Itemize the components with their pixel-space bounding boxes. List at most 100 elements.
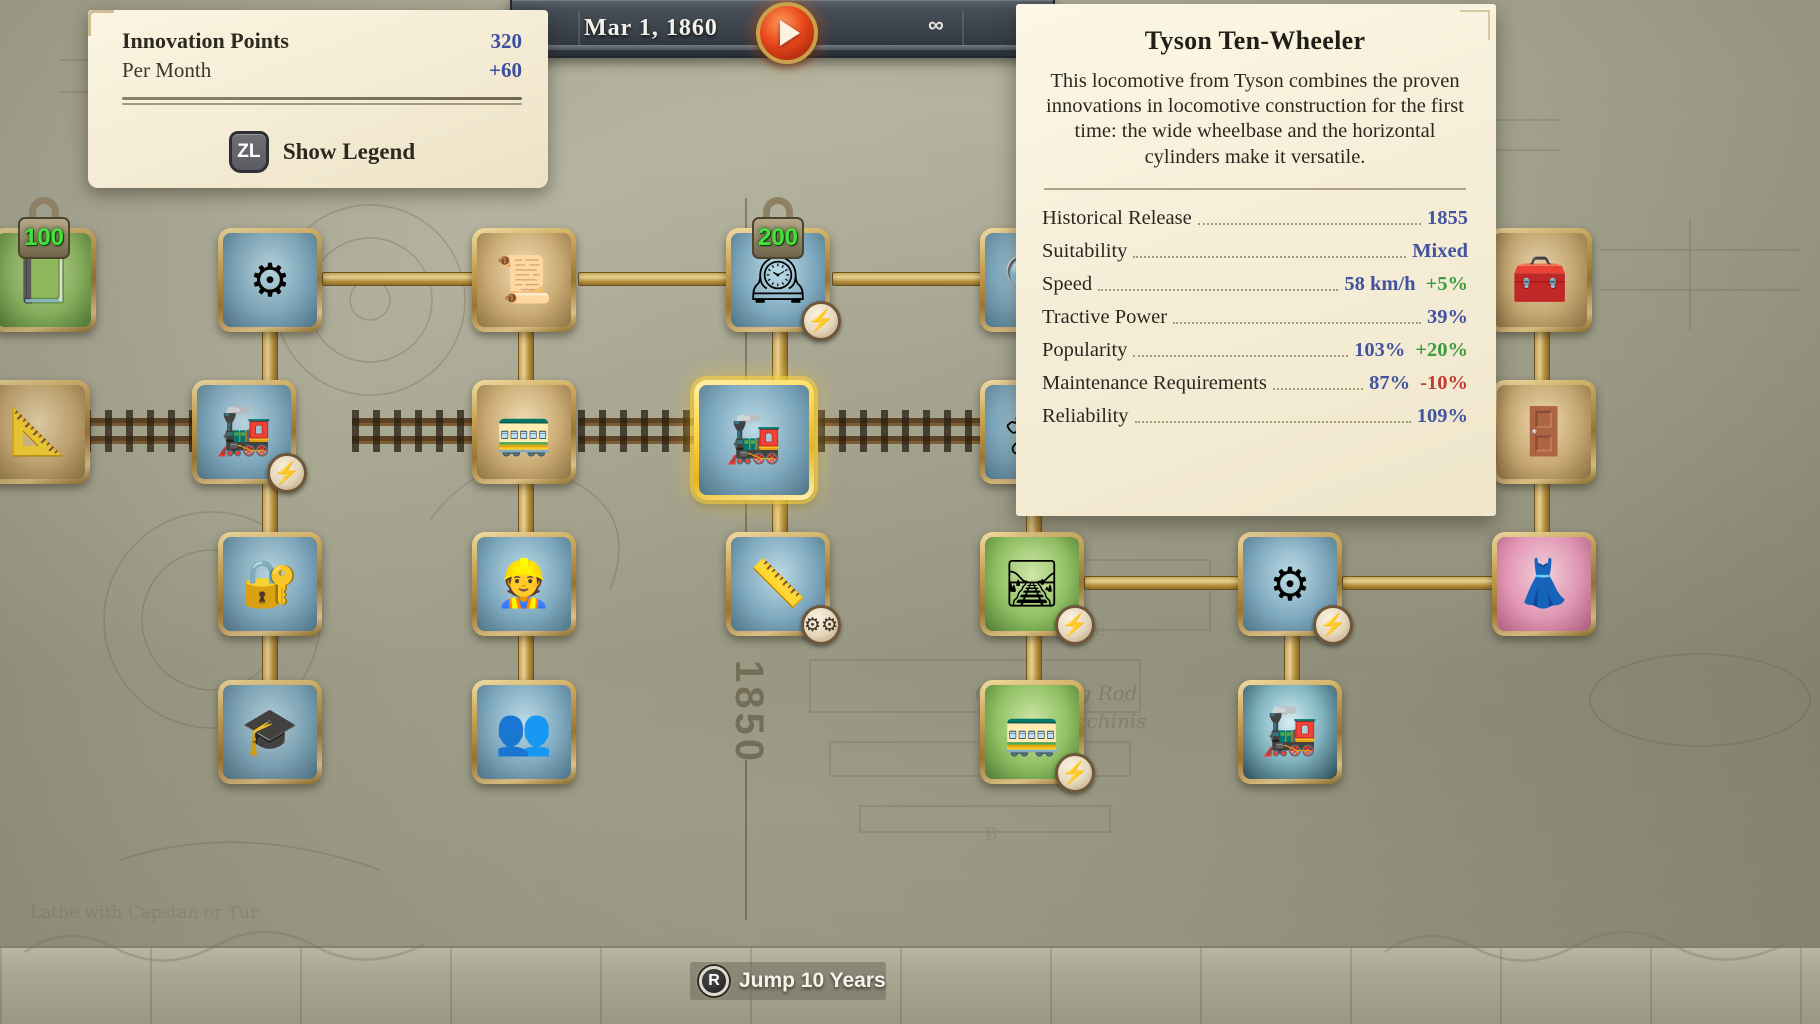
tech-node-workers-three[interactable]: 👷 [472, 532, 576, 636]
play-pause-button[interactable] [756, 2, 818, 64]
date-control-bar[interactable]: Mar 1, 1860 ∞ [510, 0, 1055, 64]
stat-row: Suitability Mixed [1040, 235, 1470, 268]
tech-node-pressure-gauge[interactable]: 🕰 200 ⚡ [726, 197, 841, 341]
boiler-cylinder-icon: ⚙ [223, 233, 317, 327]
express-locomotive-icon: 🚂 [1243, 685, 1337, 779]
tech-node-tender-car[interactable]: 🚃 [472, 380, 576, 484]
innovation-points-row: Innovation Points 320 [122, 28, 522, 54]
stat-row: Tractive Power 39% [1040, 301, 1470, 334]
stat-label: Reliability [1042, 404, 1129, 427]
stat-value: Mixed [1412, 239, 1468, 262]
passenger-lady-icon: 👗 [1497, 537, 1591, 631]
stat-delta: -10% [1420, 371, 1468, 394]
tech-node-crate-tech[interactable]: 🧰 [1488, 228, 1592, 332]
stat-label: Tractive Power [1042, 305, 1168, 328]
node-unlock-cost: 100 [23, 224, 65, 251]
tech-node-bogie[interactable]: ⚙ ⚡ [1238, 532, 1353, 645]
tree-link-vertical [262, 630, 278, 686]
jump-10-years-button[interactable]: R Jump 10 Years [690, 962, 886, 1000]
timeline-axis [745, 760, 747, 920]
stat-dot-leader [1098, 288, 1339, 291]
tech-node-express-loco[interactable]: 🚂 [1238, 680, 1342, 784]
tree-main-rail [578, 410, 700, 452]
show-legend-button[interactable]: ZL Show Legend [122, 131, 522, 173]
innovation-points-panel: Innovation Points 320 Per Month +60 ZL S… [88, 10, 548, 188]
game-speed-value[interactable]: ∞ [928, 12, 944, 38]
three-workers-icon: 👷 [477, 537, 571, 631]
tree-link-vertical [518, 325, 534, 387]
stat-label: Popularity [1042, 338, 1128, 361]
graduation-cap-icon: 🎓 [223, 685, 317, 779]
tech-node-steel-rails[interactable]: 📏 ⚙⚙ [726, 532, 841, 645]
tree-link-vertical [518, 630, 534, 686]
current-date: Mar 1, 1860 [584, 14, 718, 41]
tech-node-passenger-car[interactable]: 🚃 ⚡ [980, 680, 1095, 793]
tech-node-station-door[interactable]: 🚪 [1492, 380, 1596, 484]
tech-node-gold-cart[interactable]: 📐 [0, 380, 90, 484]
stat-dot-leader [1134, 420, 1411, 423]
tree-main-rail [818, 410, 988, 452]
zl-button-icon: ZL [228, 131, 269, 173]
panel-corner-ornament [88, 10, 114, 36]
per-month-label: Per Month [122, 58, 212, 82]
panel-divider-thin [122, 103, 522, 105]
stat-label: Historical Release [1042, 206, 1192, 229]
tech-node-anvil-papers[interactable]: 📜 [472, 228, 576, 332]
locomotive-stats-list: Historical Release 1855 Suitability Mixed Sp… [1040, 202, 1470, 433]
tree-link-vertical [1284, 630, 1300, 686]
jump-10-years-label: Jump 10 Years [739, 969, 886, 992]
tech-node-tactics[interactable]: 📗 100 [0, 197, 96, 332]
node-lock-badge: 200 [750, 197, 806, 259]
tree-link-vertical [518, 478, 534, 538]
tech-node-switch-track[interactable]: 🛤 ⚡ [980, 532, 1095, 645]
stat-value: 109% [1416, 404, 1468, 427]
per-month-value: +60 [489, 58, 522, 82]
workforce-icon: 👥 [477, 685, 571, 779]
locomotive-info-panel: Tyson Ten-Wheeler This locomotive from T… [1016, 4, 1496, 516]
tree-link-vertical [1534, 325, 1550, 387]
stat-dot-leader [1272, 387, 1364, 390]
stat-row: Historical Release 1855 [1040, 202, 1470, 235]
electrification-bolt-icon: ⚡ [1055, 605, 1095, 645]
stat-delta: +5% [1425, 272, 1468, 295]
tree-link-horizontal [832, 272, 986, 286]
tech-node-early-loco[interactable]: 🚂 ⚡ [192, 380, 307, 493]
tech-node-ten-wheeler[interactable]: 🚂 [694, 380, 814, 500]
electrification-bolt-icon: ⚡ [1055, 753, 1095, 793]
show-legend-label: Show Legend [282, 139, 416, 164]
gears-icon: ⚙⚙ [801, 605, 841, 645]
scroll-ornament-left [24, 930, 426, 962]
stat-value: 103% [1354, 338, 1406, 361]
station-door-icon: 🚪 [1497, 385, 1591, 479]
locomotive-title: Tyson Ten-Wheeler [1144, 26, 1366, 55]
panel-divider [122, 97, 522, 100]
stat-label: Speed [1042, 272, 1093, 295]
locomotive-description: This locomotive from Tyson combines the … [1046, 70, 1464, 168]
tree-link-horizontal [322, 272, 478, 286]
tree-link-vertical [1534, 478, 1550, 538]
anvil-documents-icon: 📜 [477, 233, 571, 327]
stat-dot-leader [1133, 255, 1407, 258]
tree-link-vertical [262, 325, 278, 387]
tree-link-horizontal [1342, 576, 1498, 590]
bar-rivet-line [578, 10, 580, 46]
tech-node-signal-lock[interactable]: 🔐 [218, 532, 322, 636]
innovation-points-value: 320 [490, 29, 523, 53]
tech-node-boiler[interactable]: ⚙ [218, 228, 322, 332]
stat-row: Popularity 103% +20% [1040, 334, 1470, 367]
stat-delta: +20% [1415, 338, 1468, 361]
stat-label: Suitability [1042, 239, 1128, 262]
electrification-bolt-icon: ⚡ [1313, 605, 1353, 645]
electrification-bolt-icon: ⚡ [801, 301, 841, 341]
tech-node-workforce[interactable]: 👥 [472, 680, 576, 784]
stat-value: 1855 [1427, 206, 1468, 229]
node-lock-badge: 100 [16, 197, 72, 259]
info-divider [1044, 187, 1466, 190]
tree-link-horizontal [578, 272, 732, 286]
tech-node-passenger-lady[interactable]: 👗 [1492, 532, 1596, 636]
bar-rivet-line [962, 10, 964, 46]
per-month-row: Per Month +60 [122, 58, 522, 83]
tech-node-graduate[interactable]: 🎓 [218, 680, 322, 784]
scroll-ornament-right [1384, 930, 1786, 962]
tree-main-rail [352, 410, 480, 452]
